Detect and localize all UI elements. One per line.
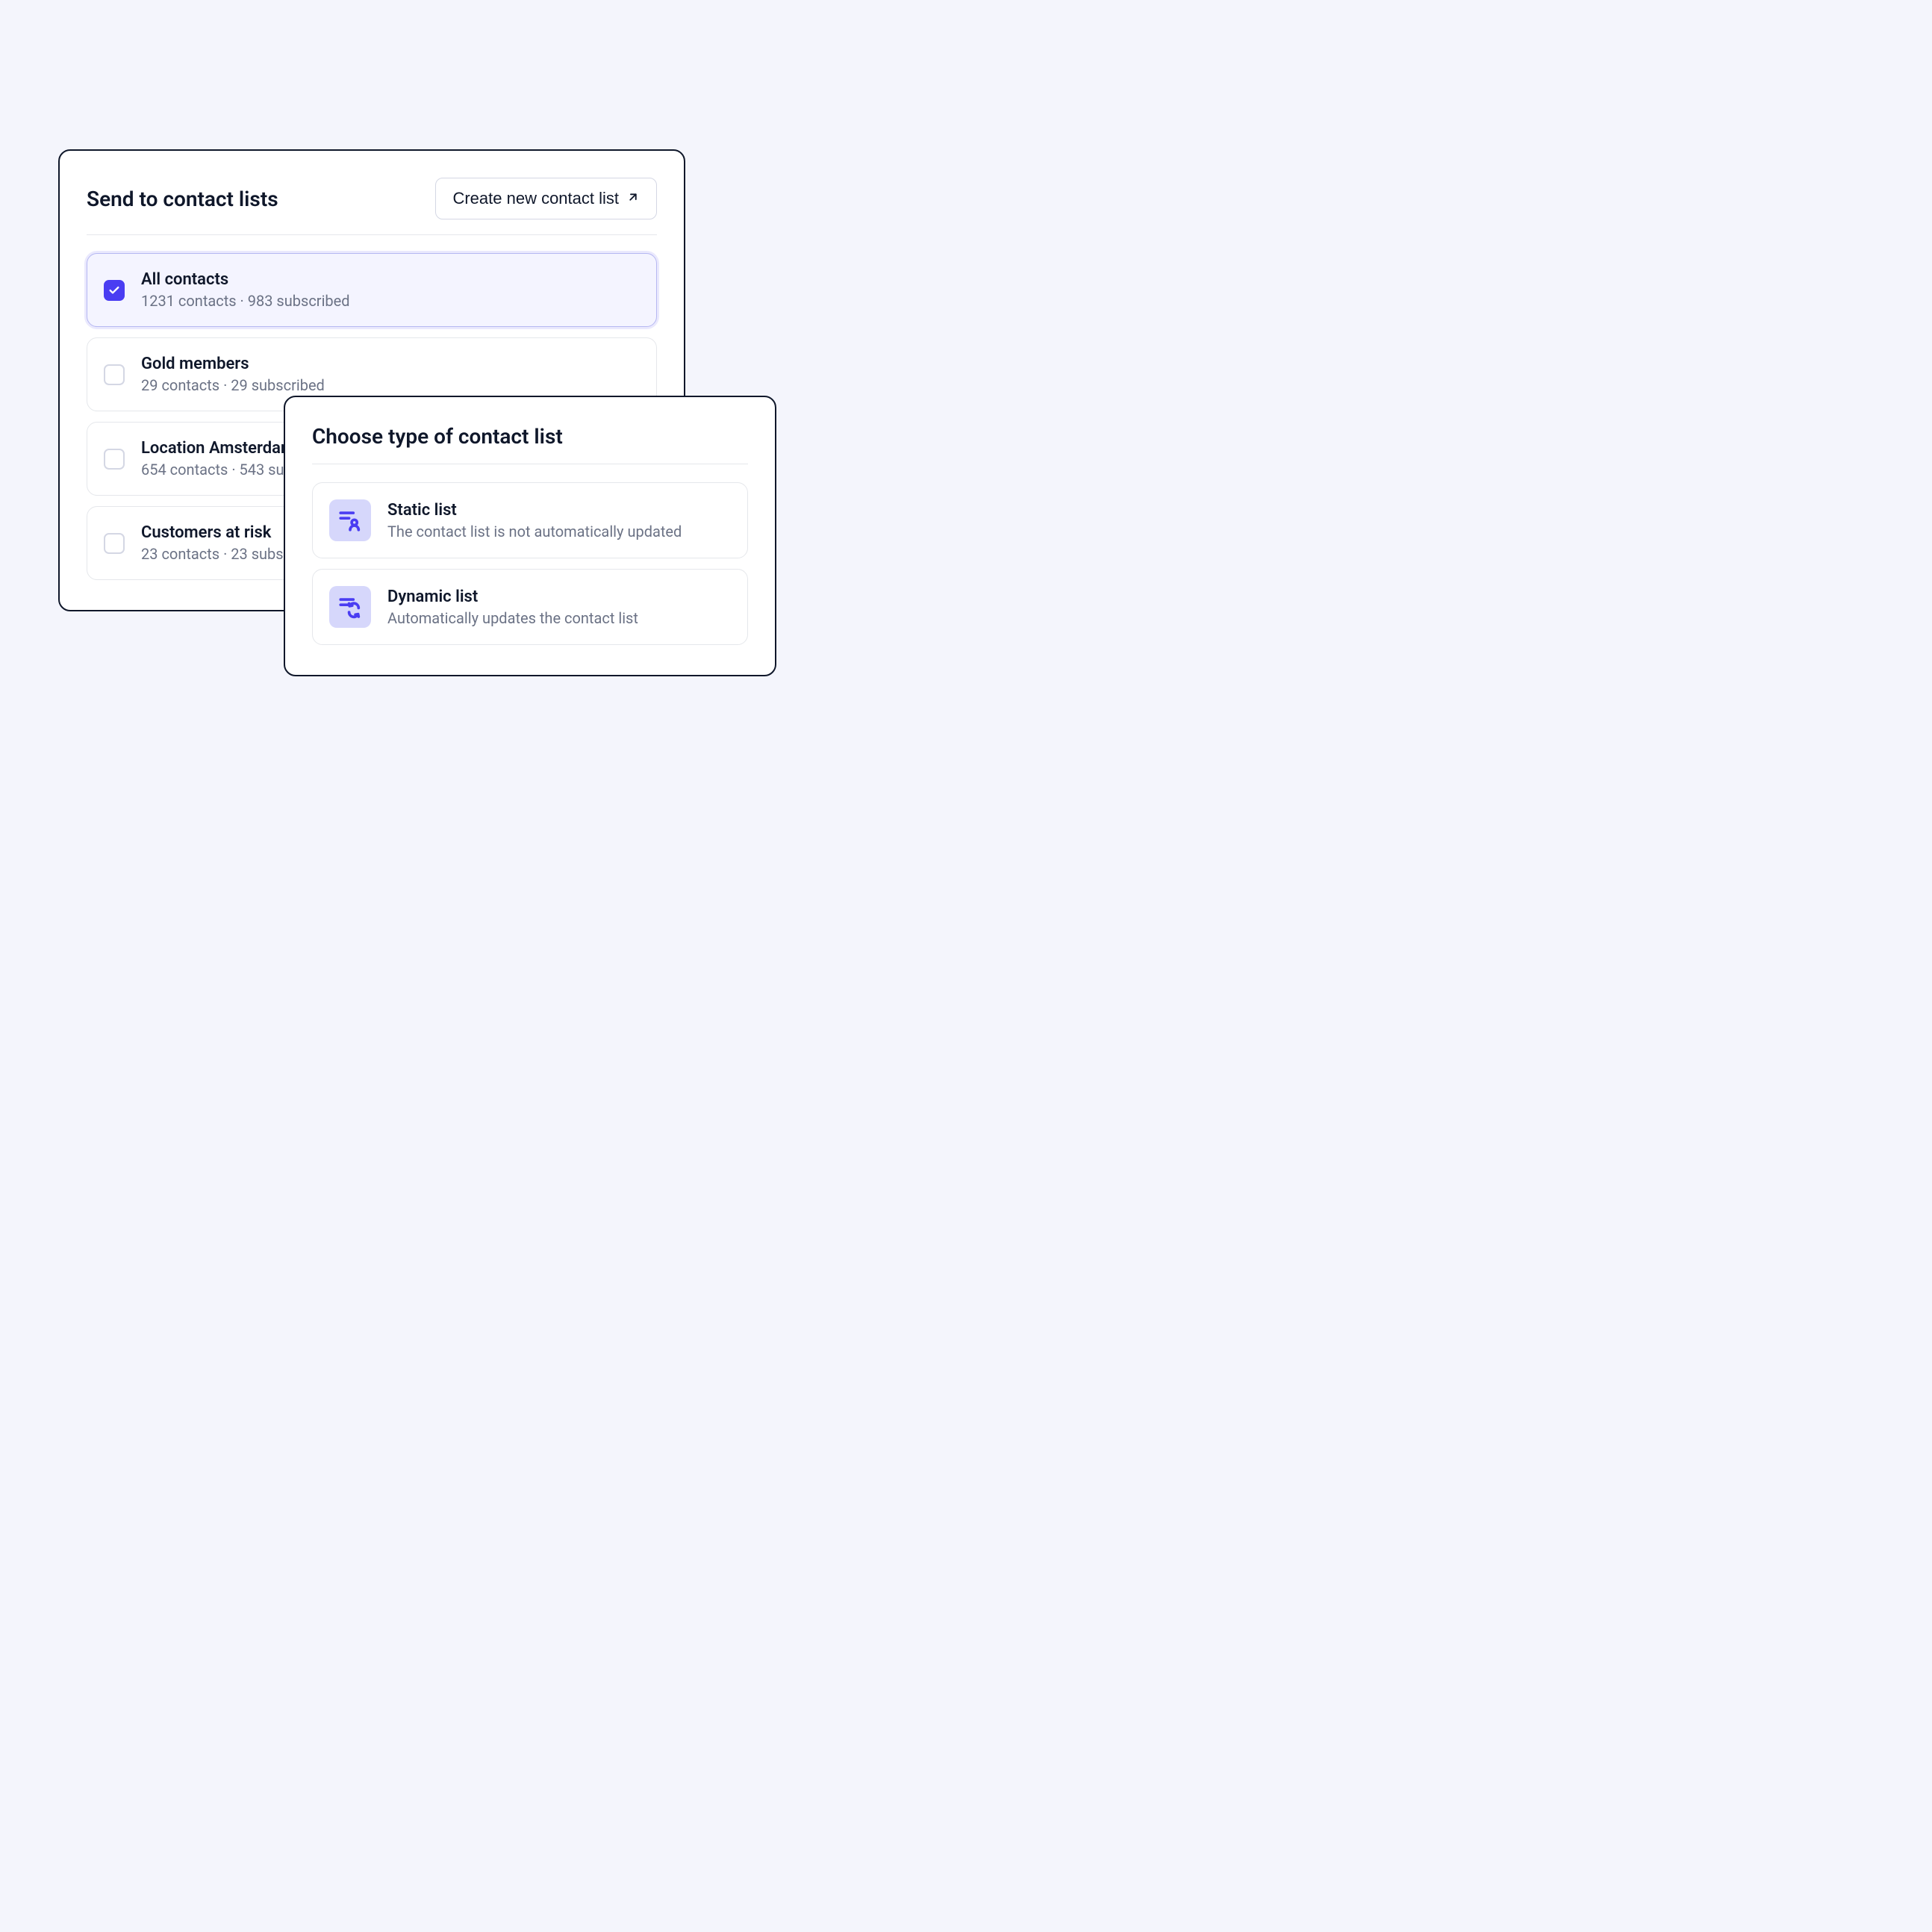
type-option-title: Dynamic list bbox=[387, 588, 638, 606]
type-option-desc: The contact list is not automatically up… bbox=[387, 523, 682, 540]
types-panel-title: Choose type of contact list bbox=[312, 424, 563, 449]
checkbox[interactable] bbox=[104, 533, 125, 554]
type-option-desc: Automatically updates the contact list bbox=[387, 609, 638, 627]
type-option-title: Static list bbox=[387, 501, 682, 520]
checkbox[interactable] bbox=[104, 449, 125, 470]
checkbox[interactable] bbox=[104, 280, 125, 301]
types-panel-head: Choose type of contact list bbox=[312, 424, 748, 464]
static-list-icon bbox=[329, 499, 371, 541]
types-panel: Choose type of contact list Static list … bbox=[284, 396, 776, 676]
type-option-text: Dynamic list Automatically updates the c… bbox=[387, 588, 638, 627]
contact-list-item-meta: 1231 contacts · 983 subscribed bbox=[141, 292, 350, 310]
type-option-text: Static list The contact list is not auto… bbox=[387, 501, 682, 540]
create-button-label: Create new contact list bbox=[452, 189, 619, 208]
contact-list-item-name: All contacts bbox=[141, 270, 350, 289]
contact-list-item-text: Gold members 29 contacts · 29 subscribed bbox=[141, 355, 325, 394]
contact-list-item-text: All contacts 1231 contacts · 983 subscri… bbox=[141, 270, 350, 310]
arrow-up-right-icon bbox=[626, 189, 640, 208]
type-option-dynamic[interactable]: Dynamic list Automatically updates the c… bbox=[312, 569, 748, 645]
type-option-static[interactable]: Static list The contact list is not auto… bbox=[312, 482, 748, 558]
contacts-panel-head: Send to contact lists Create new contact… bbox=[87, 178, 657, 235]
contact-list-item[interactable]: All contacts 1231 contacts · 983 subscri… bbox=[87, 253, 657, 327]
contact-list-item-name: Gold members bbox=[141, 355, 325, 373]
dynamic-list-icon bbox=[329, 586, 371, 628]
contacts-panel-title: Send to contact lists bbox=[87, 187, 278, 211]
checkbox[interactable] bbox=[104, 364, 125, 385]
check-icon bbox=[108, 284, 120, 296]
create-new-contact-list-button[interactable]: Create new contact list bbox=[435, 178, 657, 219]
types-stack: Static list The contact list is not auto… bbox=[312, 482, 748, 645]
contact-list-item-meta: 29 contacts · 29 subscribed bbox=[141, 376, 325, 394]
